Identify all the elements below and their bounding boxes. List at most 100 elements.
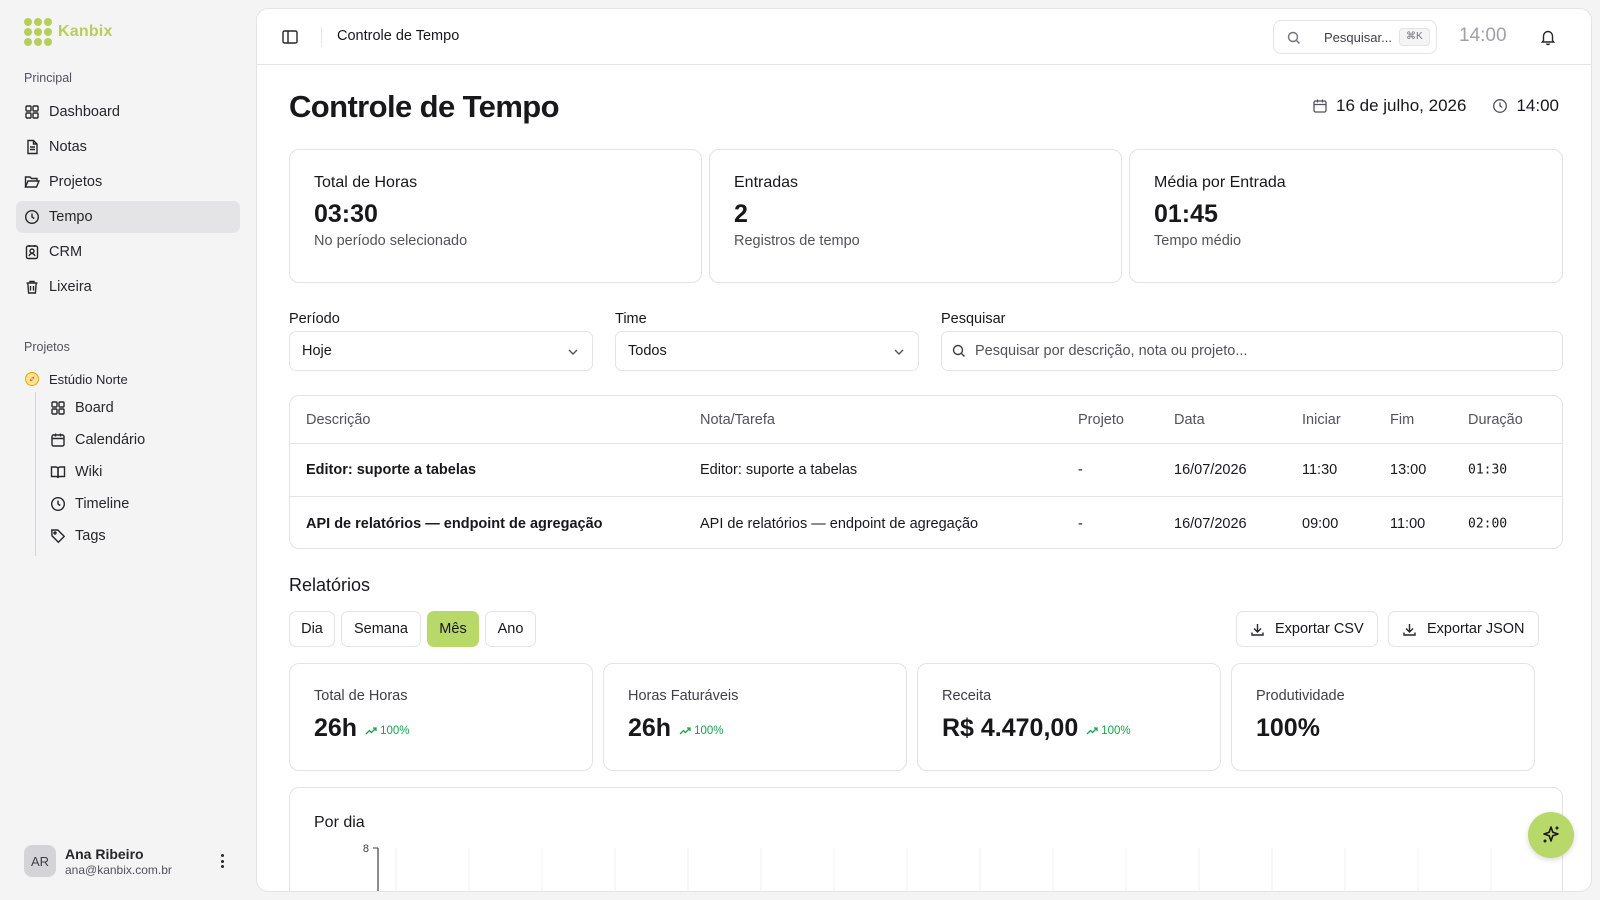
column-header[interactable]: Nota/Tarefa [700, 412, 775, 428]
sidebar-item-lixeira[interactable]: Lixeira [16, 271, 240, 303]
clock-icon [24, 209, 40, 225]
cell-description: Editor: suporte a tabelas [306, 462, 477, 478]
report-card-horas-faturaveis: Horas Faturáveis 26h 100% [603, 663, 907, 771]
cell-duration: 02:00 [1468, 516, 1508, 531]
topbar: Controle de Tempo Pesquisar... ⌘K 14:00 [257, 9, 1591, 65]
logo-icon [24, 18, 52, 46]
sidebar-item-projetos[interactable]: Projetos [16, 166, 240, 198]
search-icon [1287, 31, 1300, 44]
project-item-board[interactable]: Board [42, 393, 232, 423]
team-select[interactable]: Todos [615, 331, 919, 371]
chevron-down-icon [568, 349, 578, 355]
project-item-tags[interactable]: Tags [42, 521, 232, 551]
project-item-label: Board [75, 400, 114, 416]
cell-end: 11:00 [1390, 515, 1426, 532]
column-header[interactable]: Duração [1468, 412, 1523, 428]
trash-icon [26, 280, 38, 294]
sidebar-toggle-icon[interactable] [281, 28, 299, 46]
dashboard-icon [25, 105, 39, 119]
folder-open-icon [24, 176, 40, 188]
book-icon [50, 466, 66, 479]
contact-icon [25, 245, 39, 260]
avatar: AR [24, 845, 56, 877]
stat-label: Total de Horas [314, 174, 418, 191]
project-item-timeline[interactable]: Timeline [42, 489, 232, 519]
entries-search-input[interactable]: Pesquisar por descrição, nota ou projeto… [941, 331, 1563, 371]
breadcrumb: Controle de Tempo [337, 28, 460, 44]
user-profile[interactable]: AR Ana Ribeiro ana@kanbix.com.br [16, 840, 240, 882]
period-label: Período [289, 311, 340, 327]
table-row[interactable]: Editor: suporte a tabelas Editor: suport… [290, 444, 1562, 497]
search-icon [952, 344, 965, 357]
file-text-icon [27, 139, 38, 155]
sidebar-item-label: Projetos [49, 174, 103, 190]
trend-value: 100% [380, 724, 410, 737]
stat-card-entradas: Entradas 2 Registros de tempo [709, 149, 1122, 283]
sparkles-icon [1543, 826, 1559, 843]
brand-logo[interactable]: Kanbix [24, 18, 113, 46]
export-csv-label: Exportar CSV [1275, 621, 1364, 637]
project-item-calendario[interactable]: Calendário [42, 425, 232, 455]
topbar-clock: 14:00 [1459, 25, 1507, 46]
sidebar-item-crm[interactable]: CRM [16, 236, 240, 268]
search-label: Pesquisar [941, 311, 1006, 327]
table-row[interactable]: API de relatórios — endpoint de agregaçã… [290, 497, 1562, 548]
cell-project: - [1078, 515, 1083, 532]
cell-project: - [1078, 462, 1083, 478]
page-title: Controle de Tempo [289, 89, 560, 124]
sidebar-item-dashboard[interactable]: Dashboard [16, 96, 240, 128]
more-vertical-icon[interactable] [214, 852, 230, 870]
cell-start: 09:00 [1302, 515, 1339, 532]
tab-semana[interactable]: Semana [341, 611, 421, 647]
cell-duration: 01:30 [1468, 462, 1508, 478]
calendar-icon [1313, 99, 1327, 113]
table-header: Descrição Nota/Tarefa Projeto Data Inici… [290, 396, 1562, 444]
period-select[interactable]: Hoje [289, 331, 593, 371]
column-header[interactable]: Projeto [1078, 412, 1124, 428]
cell-end: 13:00 [1390, 462, 1427, 478]
tab-mes[interactable]: Mês [427, 611, 479, 647]
chart-canvas: 8 [363, 843, 1492, 891]
stat-value: 03:30 [314, 200, 378, 228]
sidebar-item-notas[interactable]: Notas [16, 131, 240, 163]
project-estudio-norte[interactable]: Estúdio Norte [16, 365, 240, 393]
clock-icon [1493, 99, 1508, 113]
chart-por-dia: Por dia 8 [289, 787, 1563, 891]
team-value: Todos [628, 343, 667, 359]
project-item-wiki[interactable]: Wiki [42, 457, 232, 487]
export-json-button[interactable]: Exportar JSON [1388, 611, 1539, 647]
report-value: 26h [314, 714, 358, 742]
topbar-divider [321, 27, 322, 47]
trending-up-icon [1086, 726, 1098, 734]
sidebar-item-tempo[interactable]: Tempo [16, 201, 240, 233]
export-csv-button[interactable]: Exportar CSV [1236, 611, 1378, 647]
cell-note: API de relatórios — endpoint de agregaçã… [700, 515, 979, 532]
ai-assistant-button[interactable] [1528, 812, 1574, 858]
sidebar-item-label: Tempo [49, 209, 93, 225]
tab-dia[interactable]: Dia [289, 611, 335, 647]
search-placeholder: Pesquisar por descrição, nota ou projeto… [975, 343, 1248, 359]
tree-line [35, 392, 36, 556]
stat-subtitle: Registros de tempo [734, 233, 860, 249]
column-header[interactable]: Fim [1390, 412, 1414, 428]
stat-card-media-por-entrada: Média por Entrada 01:45 Tempo médio [1129, 149, 1563, 283]
trending-up-icon [679, 726, 691, 734]
column-header[interactable]: Descrição [306, 412, 370, 428]
chevron-down-icon [894, 349, 904, 355]
sidebar-item-label: CRM [49, 244, 83, 260]
reports-title: Relatórios [289, 575, 371, 595]
clock-icon [50, 496, 66, 512]
report-value: R$ 4.470,00 [942, 714, 1079, 742]
stat-subtitle: Tempo médio [1154, 233, 1242, 249]
report-card-produtividade: Produtividade 100% [1231, 663, 1535, 771]
time-entries-table: Descrição Nota/Tarefa Projeto Data Inici… [289, 395, 1563, 549]
global-search[interactable]: Pesquisar... ⌘K [1273, 20, 1437, 54]
bell-icon[interactable] [1539, 28, 1557, 46]
column-header[interactable]: Data [1174, 412, 1205, 428]
chart-y-tick-label: 8 [363, 843, 369, 855]
tab-ano[interactable]: Ano [485, 611, 536, 647]
report-value: 26h [628, 714, 672, 742]
report-card-receita: Receita R$ 4.470,00 100% [917, 663, 1221, 771]
sidebar: Kanbix Principal Dashboard Notas Projeto… [0, 0, 255, 900]
column-header[interactable]: Iniciar [1302, 412, 1341, 428]
